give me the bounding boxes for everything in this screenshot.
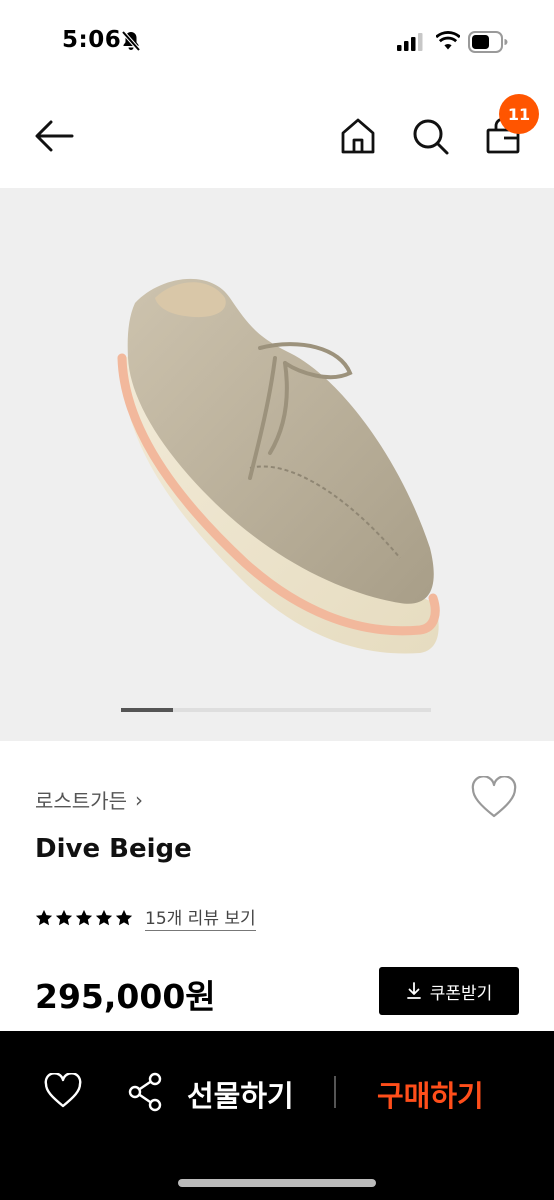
rating-row: 15개 리뷰 보기 [35, 904, 256, 931]
star-icon [55, 909, 73, 925]
buy-button[interactable]: 구매하기 [377, 1073, 484, 1115]
download-icon [406, 982, 421, 999]
product-name: Dive Beige [35, 834, 192, 864]
gift-button[interactable]: 선물하기 [187, 1073, 294, 1115]
brand-link[interactable]: 로스트가든 › [35, 785, 143, 814]
battery-icon [468, 31, 508, 53]
star-icon [75, 909, 93, 925]
product-price: 295,000원 [35, 977, 216, 1016]
bell-muted-icon [121, 30, 141, 52]
star-icon [35, 909, 53, 925]
search-icon[interactable] [410, 116, 450, 156]
wishlist-heart-icon[interactable] [44, 1073, 82, 1109]
wifi-icon [436, 31, 460, 50]
share-icon[interactable] [127, 1072, 165, 1112]
coupon-button-label: 쿠폰받기 [429, 983, 493, 1004]
status-bar: 5:06 [0, 0, 554, 84]
product-image[interactable] [100, 258, 460, 678]
review-link[interactable]: 15개 리뷰 보기 [145, 904, 256, 931]
cart-count-badge: 11 [499, 94, 539, 134]
back-arrow-icon[interactable] [34, 116, 74, 156]
signal-icon [397, 33, 423, 51]
divider [334, 1076, 336, 1108]
coupon-download-button[interactable]: 쿠폰받기 [379, 967, 519, 1015]
chevron-right-icon: › [135, 787, 143, 812]
bottom-action-bar: 선물하기 구매하기 [0, 1031, 554, 1200]
brand-name: 로스트가든 [35, 789, 127, 813]
product-image-gallery[interactable] [0, 188, 554, 741]
carousel-progress-indicator [121, 708, 173, 712]
star-icon [115, 909, 133, 925]
home-indicator[interactable] [178, 1179, 376, 1187]
status-time: 5:06 [62, 27, 122, 53]
top-nav-bar: 11 [0, 84, 554, 188]
star-icon [95, 909, 113, 925]
wishlist-heart-icon[interactable] [470, 776, 518, 820]
home-icon[interactable] [338, 116, 378, 156]
rating-stars [35, 909, 133, 927]
